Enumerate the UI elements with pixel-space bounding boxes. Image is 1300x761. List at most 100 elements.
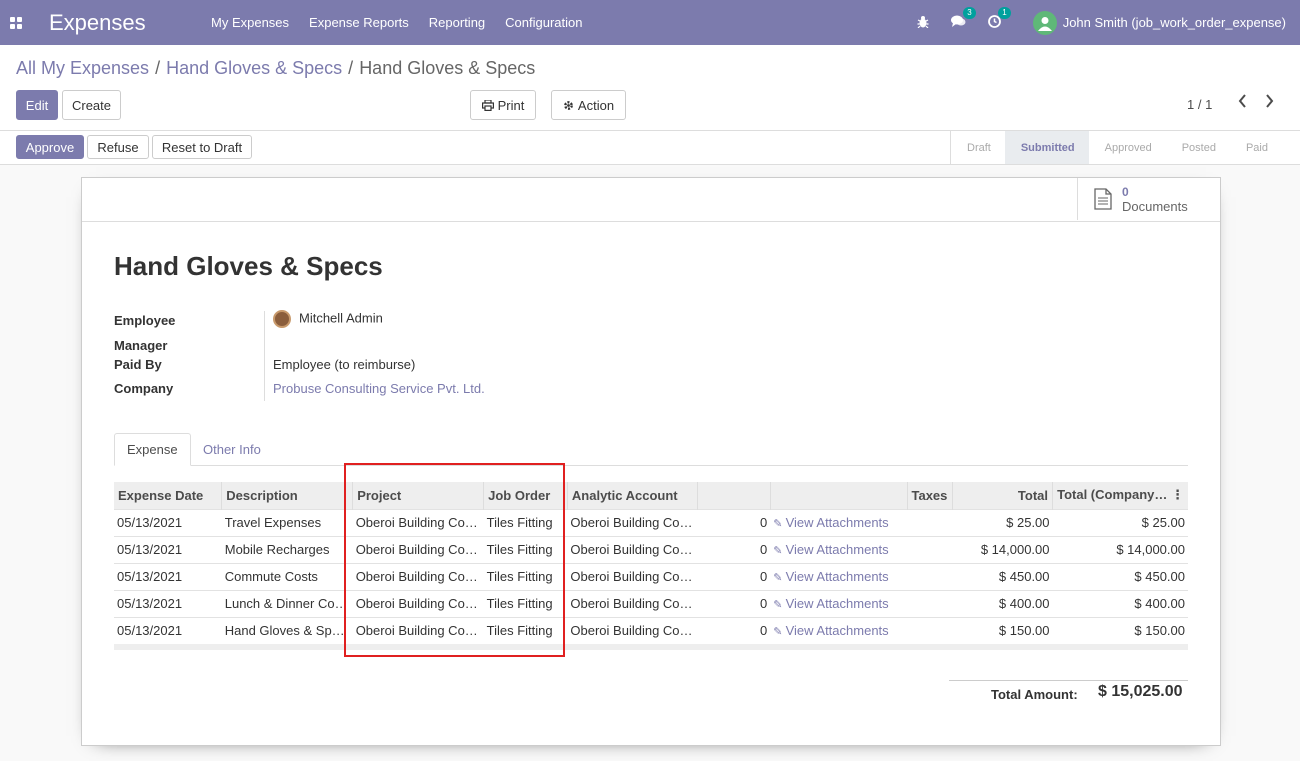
- paperclip-icon: ✎: [773, 518, 786, 530]
- button-box-divider: [82, 221, 1220, 222]
- cell-total: $ 25.00: [952, 508, 1053, 536]
- menu-my-expenses[interactable]: My Expenses: [201, 15, 299, 30]
- debug-bug-icon[interactable]: [917, 15, 929, 31]
- employee-field[interactable]: Mitchell Admin: [273, 310, 383, 328]
- cell-analytic-account: Oberoi Building Co…: [567, 508, 698, 536]
- print-button[interactable]: Print: [470, 90, 536, 120]
- header-blank: [696, 482, 771, 509]
- document-icon: [1094, 188, 1112, 210]
- table-header-row: Expense Date Description Project Job Ord…: [114, 482, 1188, 509]
- create-button[interactable]: Create: [62, 90, 121, 120]
- print-icon: [481, 99, 494, 111]
- documents-count: 0: [1122, 184, 1129, 199]
- apps-menu-icon[interactable]: [1, 0, 31, 45]
- menu-configuration[interactable]: Configuration: [495, 15, 592, 30]
- messages-icon[interactable]: 3: [950, 6, 976, 31]
- cell-attachments[interactable]: ✎ View Attachments: [770, 535, 907, 563]
- cell-attachments[interactable]: ✎ View Attachments: [770, 562, 907, 590]
- top-navbar: Expenses My Expenses Expense Reports Rep…: [0, 0, 1300, 45]
- cell-total-company: $ 400.00: [1052, 589, 1188, 617]
- cell-total-company: $ 25.00: [1052, 508, 1188, 536]
- record-title: Hand Gloves & Specs: [114, 251, 383, 281]
- employee-label: Employee: [114, 313, 176, 328]
- header-analytic-account[interactable]: Analytic Account: [566, 482, 698, 509]
- paperclip-icon: ✎: [773, 545, 786, 557]
- breadcrumb-expense-report[interactable]: Hand Gloves & Specs: [166, 58, 342, 79]
- tab-expense[interactable]: Expense: [114, 433, 191, 466]
- user-menu[interactable]: John Smith (job_work_order_expense): [1063, 15, 1286, 30]
- table-row[interactable]: 05/13/2021 Hand Gloves & Sp… Oberoi Buildi…: [114, 616, 1188, 644]
- cell-attachments[interactable]: ✎ View Attachments: [770, 508, 907, 536]
- header-taxes[interactable]: Taxes: [906, 482, 953, 509]
- user-avatar[interactable]: [1032, 10, 1057, 35]
- table-row[interactable]: 05/13/2021 Mobile Recharges Oberoi Buildin…: [114, 535, 1188, 563]
- print-label: Print: [497, 97, 525, 113]
- breadcrumb-current: Hand Gloves & Specs: [359, 58, 536, 78]
- paperclip-icon: ✎: [773, 626, 786, 639]
- cell-total: $ 450.00: [952, 562, 1053, 590]
- cell-description: Commute Costs: [221, 562, 353, 590]
- paperclip-icon: ✎: [773, 599, 786, 611]
- company-label: Company: [114, 381, 174, 396]
- cell-attachments[interactable]: ✎ View Attachments: [770, 616, 907, 644]
- cell-description: Hand Gloves & Sp…: [221, 616, 353, 644]
- pager-next-icon[interactable]: [1265, 94, 1274, 113]
- header-expense-date[interactable]: Expense Date: [114, 482, 222, 509]
- cell-taxes: [907, 562, 953, 590]
- documents-label: Documents: [1122, 198, 1188, 214]
- activities-clock-icon[interactable]: 1: [987, 6, 1011, 31]
- menu-expense-reports[interactable]: Expense Reports: [299, 15, 419, 30]
- field-divider: [264, 311, 265, 401]
- breadcrumb: All My Expenses / Hand Gloves & Specs / …: [16, 58, 535, 79]
- cell-quantity: 0: [697, 562, 771, 590]
- table-row[interactable]: 05/13/2021 Commute Costs Oberoi Building C…: [114, 562, 1188, 590]
- cell-expense-date: 05/13/2021: [114, 508, 222, 536]
- paperclip-icon: ✎: [773, 572, 786, 584]
- notebook-tabs: Expense Other Info: [114, 433, 1188, 466]
- pager-previous-icon[interactable]: [1238, 94, 1247, 113]
- messages-badge: 3: [963, 6, 976, 19]
- pager-value[interactable]: 1 / 1: [1187, 97, 1212, 112]
- reset-to-draft-button[interactable]: Reset to Draft: [152, 135, 252, 159]
- cell-total: $ 400.00: [952, 589, 1053, 617]
- stage-approved: Approved: [1104, 141, 1152, 154]
- cell-analytic-account: Oberoi Building Co…: [567, 589, 698, 617]
- manager-label: Manager: [114, 338, 168, 353]
- table-row[interactable]: 05/13/2021 Travel Expenses Oberoi Building…: [114, 508, 1188, 536]
- cell-analytic-account: Oberoi Building Co…: [567, 562, 698, 590]
- stage-draft: Draft: [967, 141, 991, 154]
- edit-button[interactable]: Edit: [16, 90, 58, 120]
- paid-by-value: Employee (to reimburse): [273, 357, 416, 372]
- cell-expense-date: 05/13/2021: [114, 589, 222, 617]
- total-amount-value: $ 15,025.00: [1098, 683, 1183, 700]
- cell-total-company: $ 150.00: [1052, 616, 1188, 644]
- refuse-button[interactable]: Refuse: [87, 135, 149, 159]
- table-row[interactable]: 05/13/2021 Lunch & Dinner Co… Oberoi Build…: [114, 589, 1188, 617]
- cell-total: $ 150.00: [952, 616, 1053, 644]
- cell-quantity: 0: [697, 535, 771, 563]
- header-description[interactable]: Description: [221, 482, 353, 509]
- cell-description: Travel Expenses: [221, 508, 353, 536]
- header-total[interactable]: Total: [952, 482, 1053, 509]
- documents-smart-button[interactable]: 0 Documents: [1077, 178, 1220, 220]
- main-menu: My Expenses Expense Reports Reporting Co…: [201, 15, 592, 30]
- employee-value: Mitchell Admin: [299, 310, 383, 326]
- optional-columns-icon[interactable]: ⋮: [1171, 487, 1184, 502]
- gear-icon: [564, 100, 573, 110]
- company-link[interactable]: Probuse Consulting Service Pvt. Ltd.: [273, 381, 485, 396]
- cell-attachments[interactable]: ✎ View Attachments: [770, 589, 907, 617]
- breadcrumb-all-my-expenses[interactable]: All My Expenses: [16, 58, 149, 79]
- action-button[interactable]: Action: [551, 90, 626, 120]
- header-total-company[interactable]: Total (Company… ⋮: [1052, 482, 1188, 509]
- app-name[interactable]: Expenses: [49, 10, 201, 36]
- total-divider: [949, 680, 1188, 681]
- menu-reporting[interactable]: Reporting: [419, 15, 495, 30]
- form-sheet: 0 Documents Hand Gloves & Specs Employee…: [81, 177, 1221, 746]
- tab-other-info[interactable]: Other Info: [191, 433, 273, 466]
- paid-by-label: Paid By: [114, 357, 162, 372]
- cell-analytic-account: Oberoi Building Co…: [567, 535, 698, 563]
- approve-button[interactable]: Approve: [16, 135, 84, 159]
- total-amount-label: Total Amount:: [991, 687, 1078, 702]
- activities-badge: 1: [998, 6, 1011, 19]
- breadcrumb-separator: /: [155, 58, 161, 78]
